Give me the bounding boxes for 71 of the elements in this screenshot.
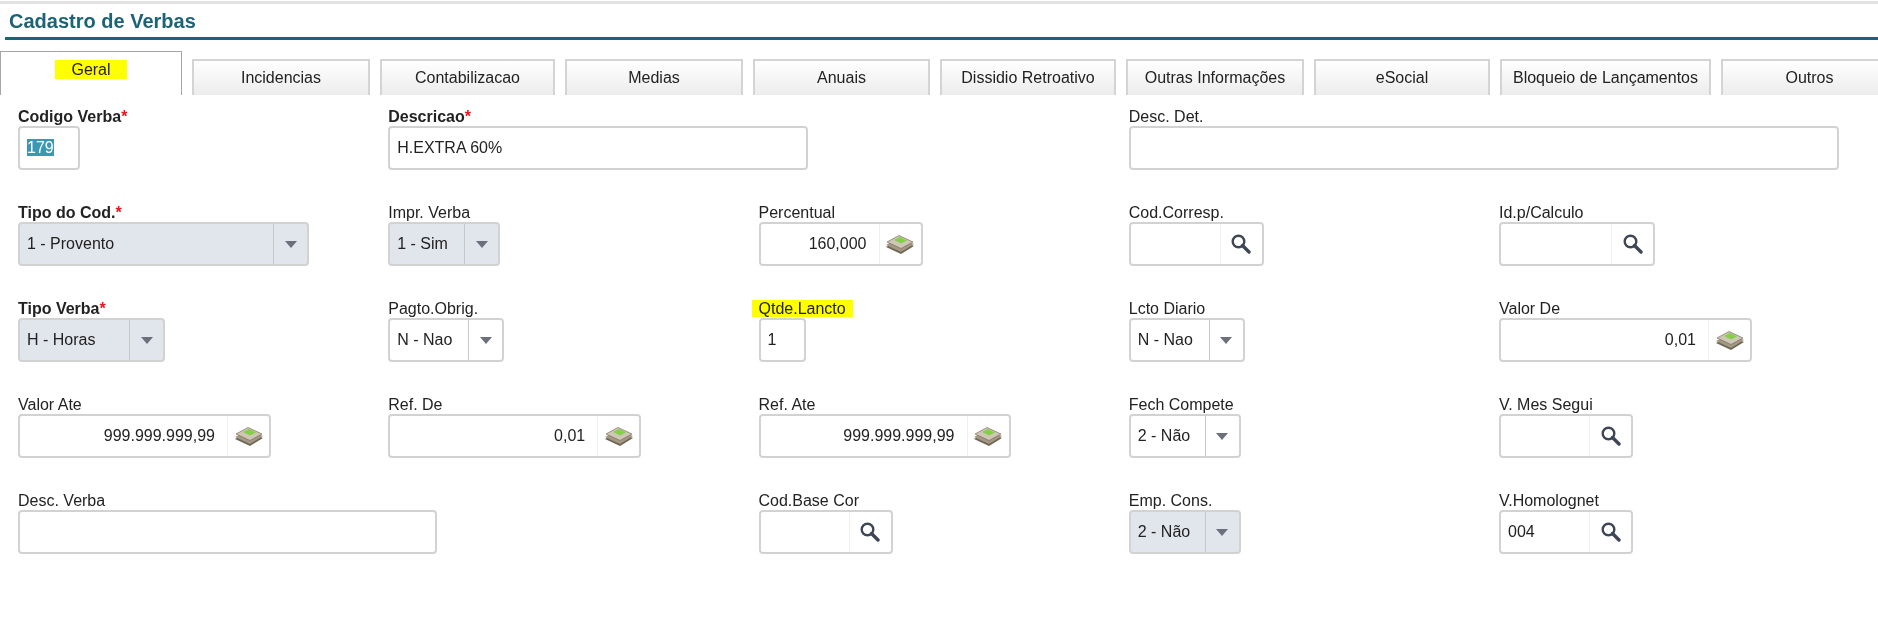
- required-mark: *: [115, 204, 122, 221]
- field-label: Ref. Ate: [758, 396, 816, 413]
- caret-down-icon: [1216, 528, 1229, 536]
- field-label: Tipo Verba: [18, 300, 100, 317]
- tab[interactable]: Anuais: [753, 59, 930, 95]
- field-label: Id.p/Calculo: [1499, 204, 1584, 221]
- field-label: Qtde.Lancto: [751, 300, 853, 317]
- cash-stack-icon[interactable]: [886, 234, 914, 254]
- field-label: Cod.Base Cor: [758, 492, 859, 509]
- tab[interactable]: Dissidio Retroativo: [940, 59, 1116, 95]
- lookup-field[interactable]: [758, 510, 893, 554]
- field-label: Desc. Det.: [1128, 108, 1204, 125]
- field-label: Lcto Diario: [1128, 300, 1206, 317]
- field-label: Descricao: [388, 108, 465, 125]
- lookup-field[interactable]: [1499, 414, 1633, 458]
- tab[interactable]: Outras Informações: [1126, 59, 1304, 95]
- required-mark: *: [464, 108, 471, 125]
- cash-stack-icon[interactable]: [234, 426, 263, 446]
- search-icon[interactable]: [860, 522, 880, 542]
- search-icon[interactable]: [1600, 522, 1621, 542]
- number-field[interactable]: 999.999.999,99: [18, 414, 271, 458]
- cash-stack-icon[interactable]: [604, 426, 633, 446]
- dropdown[interactable]: 2 - Não: [1128, 414, 1241, 458]
- required-mark: *: [121, 108, 128, 125]
- field-label: Valor Ate: [18, 396, 82, 413]
- text-field[interactable]: H.EXTRA 60%: [388, 126, 809, 170]
- search-icon[interactable]: [1622, 234, 1643, 254]
- tab[interactable]: Medias: [565, 59, 743, 95]
- caret-down-icon: [140, 336, 153, 344]
- caret-down-icon: [1220, 336, 1233, 344]
- lookup-field[interactable]: [1499, 222, 1655, 266]
- caret-down-icon: [475, 240, 488, 248]
- dropdown[interactable]: N - Nao: [1128, 318, 1245, 362]
- field-label: Fech Compete: [1128, 396, 1234, 413]
- caret-down-icon: [284, 240, 297, 248]
- number-field[interactable]: 0,01: [388, 414, 642, 458]
- caret-down-icon: [1216, 432, 1229, 440]
- search-icon[interactable]: [1600, 426, 1621, 446]
- number-field[interactable]: 160,000: [758, 222, 923, 266]
- cash-stack-icon[interactable]: [1715, 330, 1744, 350]
- lookup-field[interactable]: 004: [1499, 510, 1633, 554]
- field-label: Tipo do Cod.: [18, 204, 116, 221]
- lookup-field[interactable]: [1128, 222, 1264, 266]
- field-label: V. Mes Segui: [1499, 396, 1593, 413]
- text-field[interactable]: 1: [758, 318, 806, 362]
- tab[interactable]: Incidencias: [192, 59, 370, 95]
- tab[interactable]: Geral: [0, 51, 182, 95]
- tab[interactable]: Bloqueio de Lançamentos: [1500, 59, 1711, 95]
- search-icon[interactable]: [1231, 234, 1252, 254]
- text-field[interactable]: [18, 510, 437, 554]
- text-field[interactable]: [1128, 126, 1839, 170]
- tab[interactable]: Contabilizacao: [380, 59, 555, 95]
- cash-stack-icon[interactable]: [974, 426, 1002, 446]
- field-label: Cod.Corresp.: [1128, 204, 1224, 221]
- field-label: Pagto.Obrig.: [388, 300, 479, 317]
- field-label: V.Homolognet: [1499, 492, 1599, 509]
- field-label: Impr. Verba: [388, 204, 471, 221]
- number-field[interactable]: 999.999.999,99: [758, 414, 1011, 458]
- field-label: Desc. Verba: [18, 492, 106, 509]
- field-label: Ref. De: [388, 396, 443, 413]
- dropdown[interactable]: N - Nao: [388, 318, 505, 362]
- field-label: Codigo Verba: [18, 108, 122, 125]
- tab[interactable]: Outros: [1721, 59, 1878, 95]
- number-field[interactable]: 0,01: [1499, 318, 1752, 362]
- caret-down-icon: [479, 336, 492, 344]
- field-label: Percentual: [758, 204, 835, 221]
- field-label: Valor De: [1499, 300, 1561, 317]
- tab[interactable]: eSocial: [1314, 59, 1490, 95]
- page-title: Cadastro de Verbas: [8, 9, 197, 34]
- field-label: Emp. Cons.: [1128, 492, 1213, 509]
- required-mark: *: [99, 300, 106, 317]
